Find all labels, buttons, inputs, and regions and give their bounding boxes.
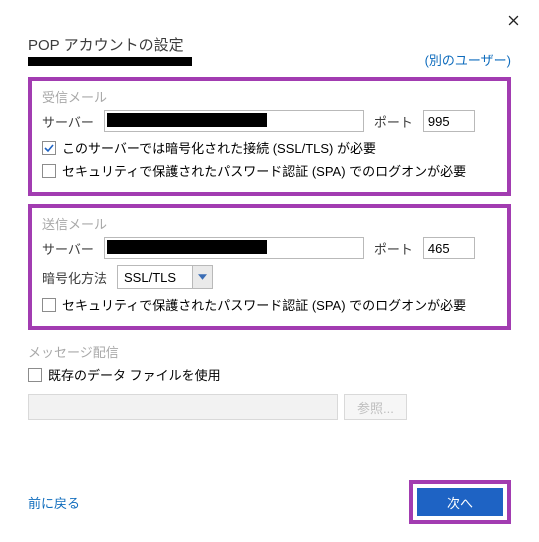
incoming-server-row: サーバー ポート [42,110,497,132]
use-existing-datafile-label[interactable]: 既存のデータ ファイルを使用 [48,365,221,384]
chevron-down-icon [198,274,207,280]
outgoing-enc-row: 暗号化方法 SSL/TLS [42,265,497,289]
incoming-port-label: ポート [374,112,413,131]
outgoing-server-row: サーバー ポート [42,237,497,259]
outgoing-port-label: ポート [374,239,413,258]
dialog-footer: 前に戻る 次へ [28,420,511,524]
next-highlight: 次へ [409,480,511,524]
titlebar [28,8,527,32]
encryption-dropdown-button[interactable] [192,266,212,288]
datafile-row: 参照... [28,394,511,420]
other-user-row: (別のユーザー) [28,50,511,69]
outgoing-port-input[interactable] [423,237,475,259]
close-button[interactable] [499,8,527,32]
delivery-datafile-row: 既存のデータ ファイルを使用 [28,365,511,384]
incoming-ssl-label[interactable]: このサーバーでは暗号化された接続 (SSL/TLS) が必要 [62,138,376,157]
next-button[interactable]: 次へ [417,488,503,516]
delivery-section-title: メッセージ配信 [28,342,511,361]
outgoing-spa-label[interactable]: セキュリティで保護されたパスワード認証 (SPA) でのログオンが必要 [62,295,466,314]
back-link[interactable]: 前に戻る [28,493,80,512]
pop-account-settings-dialog: POP アカウントの設定 (別のユーザー) 受信メール サーバー ポート このサ… [0,0,539,542]
incoming-mail-section: 受信メール サーバー ポート このサーバーでは暗号化された接続 (SSL/TLS… [28,77,511,196]
incoming-ssl-checkbox[interactable] [42,141,56,155]
close-icon [508,15,519,26]
outgoing-server-label: サーバー [42,239,94,258]
incoming-section-title: 受信メール [42,87,497,106]
incoming-ssl-row: このサーバーでは暗号化された接続 (SSL/TLS) が必要 [42,138,497,157]
incoming-server-label: サーバー [42,112,94,131]
outgoing-server-input[interactable] [104,237,364,259]
outgoing-mail-section: 送信メール サーバー ポート 暗号化方法 SSL/TLS [28,204,511,330]
browse-button: 参照... [344,394,407,420]
check-icon [44,143,54,153]
outgoing-section-title: 送信メール [42,214,497,233]
encryption-label: 暗号化方法 [42,268,107,287]
use-existing-datafile-checkbox[interactable] [28,368,42,382]
incoming-server-wrap [104,110,364,132]
encryption-value: SSL/TLS [118,266,192,288]
outgoing-spa-checkbox[interactable] [42,298,56,312]
datafile-path-input [28,394,338,420]
outgoing-spa-row: セキュリティで保護されたパスワード認証 (SPA) でのログオンが必要 [42,295,497,314]
outgoing-server-wrap [104,237,364,259]
incoming-port-input[interactable] [423,110,475,132]
incoming-spa-label[interactable]: セキュリティで保護されたパスワード認証 (SPA) でのログオンが必要 [62,161,466,180]
incoming-spa-row: セキュリティで保護されたパスワード認証 (SPA) でのログオンが必要 [42,161,497,180]
encryption-select[interactable]: SSL/TLS [117,265,213,289]
other-user-link[interactable]: (別のユーザー) [425,50,511,69]
incoming-server-input[interactable] [104,110,364,132]
incoming-spa-checkbox[interactable] [42,164,56,178]
